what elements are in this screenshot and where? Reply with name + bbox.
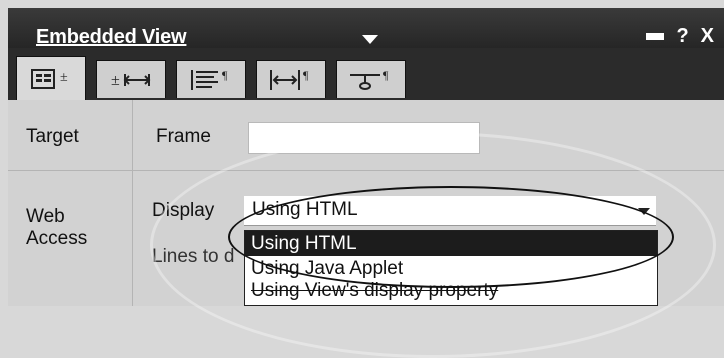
svg-text:¶: ¶ — [303, 68, 309, 82]
field-width-icon: ± — [109, 68, 153, 92]
option-using-html[interactable]: Using HTML — [245, 231, 657, 256]
tab-info[interactable]: ± — [16, 56, 86, 101]
display-select[interactable]: Using HTML — [244, 196, 656, 226]
panel-title: Embedded View — [36, 26, 187, 48]
chevron-down-icon[interactable] — [362, 35, 378, 44]
frame-label: Frame — [156, 126, 211, 147]
close-icon[interactable]: X — [701, 26, 714, 46]
svg-text:¶: ¶ — [222, 68, 228, 82]
margins-paragraph-icon: ¶ — [268, 67, 314, 93]
properties-info-icon: ± — [30, 67, 72, 91]
svg-text:±: ± — [60, 70, 68, 85]
svg-text:¶: ¶ — [383, 68, 389, 82]
chevron-down-icon[interactable] — [638, 208, 650, 215]
lines-label: Lines to d — [152, 246, 235, 267]
window-controls: ? X — [646, 24, 714, 48]
tab-field[interactable]: ± — [96, 60, 166, 98]
svg-text:±: ± — [111, 72, 120, 89]
tab-hide-when[interactable]: ¶ — [336, 60, 406, 98]
web-access-label: Web Access — [26, 206, 88, 249]
display-select-value: Using HTML — [252, 199, 358, 220]
paragraph-align-icon: ¶ — [188, 67, 234, 93]
tab-strip: ± ± ¶ ¶ ¶ — [8, 48, 724, 101]
help-icon[interactable]: ? — [676, 26, 688, 46]
hide-when-icon: ¶ — [348, 67, 394, 93]
option-using-java-applet[interactable]: Using Java Applet — [245, 256, 657, 281]
display-options-list: Using HTML Using Java Applet Using View'… — [244, 230, 658, 306]
display-label: Display — [152, 200, 215, 221]
minimize-icon[interactable] — [646, 32, 665, 40]
target-label: Target — [26, 126, 79, 147]
panel-title-bar: Embedded View ? X — [8, 8, 724, 49]
option-using-views-display-property[interactable]: Using View's display property — [245, 281, 657, 305]
column-divider — [132, 100, 133, 306]
frame-input[interactable] — [248, 122, 480, 154]
tab-paragraph-alignment[interactable]: ¶ — [176, 60, 246, 98]
tab-paragraph-margins[interactable]: ¶ — [256, 60, 326, 98]
